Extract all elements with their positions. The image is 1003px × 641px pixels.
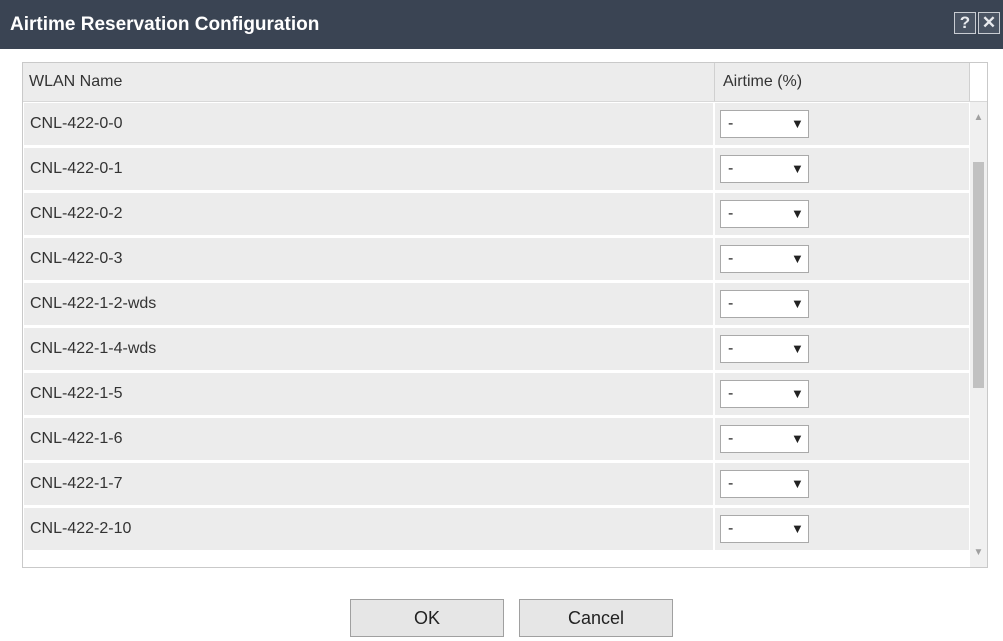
- airtime-select[interactable]: - ▼: [720, 200, 809, 228]
- airtime-select[interactable]: - ▼: [720, 380, 809, 408]
- dropdown-arrow-icon: ▼: [791, 296, 804, 311]
- dropdown-arrow-icon: ▼: [791, 116, 804, 131]
- wlan-name-cell: CNL-422-0-1: [24, 148, 713, 190]
- airtime-cell: - ▼: [715, 103, 969, 145]
- airtime-cell: - ▼: [715, 283, 969, 325]
- airtime-cell: - ▼: [715, 463, 969, 505]
- airtime-select[interactable]: - ▼: [720, 155, 809, 183]
- airtime-cell: - ▼: [715, 148, 969, 190]
- airtime-select-value: -: [728, 340, 734, 357]
- dropdown-arrow-icon: ▼: [791, 386, 804, 401]
- wlan-name-cell: CNL-422-2-10: [24, 508, 713, 550]
- table-row: CNL-422-1-2-wds - ▼: [23, 282, 969, 327]
- airtime-select-value: -: [728, 250, 734, 267]
- dropdown-arrow-icon: ▼: [791, 251, 804, 266]
- column-divider: [714, 63, 715, 101]
- table-row: CNL-422-0-2- ▼: [23, 192, 969, 237]
- airtime-select-value: -: [728, 430, 734, 447]
- table-row: CNL-422-0-0- ▼: [23, 102, 969, 147]
- table-row: CNL-422-1-7- ▼: [23, 462, 969, 507]
- airtime-select-value: -: [728, 115, 734, 132]
- airtime-cell: - ▼: [715, 508, 969, 550]
- airtime-select[interactable]: - ▼: [720, 470, 809, 498]
- column-header-airtime[interactable]: Airtime (%): [723, 63, 802, 101]
- dropdown-arrow-icon: ▼: [791, 521, 804, 536]
- airtime-select-value: -: [728, 205, 734, 222]
- wlan-airtime-table: WLAN Name Airtime (%) CNL-422-0-0- ▼ CNL-4…: [22, 62, 988, 568]
- airtime-cell: - ▼: [715, 418, 969, 460]
- cancel-button[interactable]: Cancel: [519, 599, 673, 637]
- airtime-select[interactable]: - ▼: [720, 425, 809, 453]
- table-body: CNL-422-0-0- ▼ CNL-422-0-1- ▼ CNL-422-0-2- ▼ C…: [23, 102, 969, 552]
- airtime-select[interactable]: - ▼: [720, 290, 809, 318]
- airtime-cell: - ▼: [715, 328, 969, 370]
- airtime-cell: - ▼: [715, 238, 969, 280]
- wlan-name-cell: CNL-422-1-4-wds: [24, 328, 713, 370]
- ok-button[interactable]: OK: [350, 599, 504, 637]
- wlan-name-cell: CNL-422-0-0: [24, 103, 713, 145]
- airtime-select[interactable]: - ▼: [720, 335, 809, 363]
- airtime-select[interactable]: - ▼: [720, 245, 809, 273]
- table-row: CNL-422-2-10- ▼: [23, 507, 969, 552]
- help-icon[interactable]: ?: [954, 12, 976, 34]
- airtime-select-value: -: [728, 295, 734, 312]
- dropdown-arrow-icon: ▼: [791, 161, 804, 176]
- wlan-name-cell: CNL-422-1-7: [24, 463, 713, 505]
- airtime-cell: - ▼: [715, 373, 969, 415]
- table-header: WLAN Name Airtime (%): [23, 63, 987, 102]
- dropdown-arrow-icon: ▼: [791, 341, 804, 356]
- wlan-name-cell: CNL-422-1-5: [24, 373, 713, 415]
- wlan-name-cell: CNL-422-0-2: [24, 193, 713, 235]
- table-row: CNL-422-1-5- ▼: [23, 372, 969, 417]
- dropdown-arrow-icon: ▼: [791, 206, 804, 221]
- wlan-name-cell: CNL-422-1-6: [24, 418, 713, 460]
- dropdown-arrow-icon: ▼: [791, 476, 804, 491]
- column-header-wlan-name[interactable]: WLAN Name: [29, 63, 719, 101]
- table-row: CNL-422-1-4-wds - ▼: [23, 327, 969, 372]
- table-row: CNL-422-0-1- ▼: [23, 147, 969, 192]
- scroll-down-icon[interactable]: ▼: [970, 544, 987, 561]
- airtime-select-value: -: [728, 385, 734, 402]
- airtime-select[interactable]: - ▼: [720, 515, 809, 543]
- airtime-select-value: -: [728, 475, 734, 492]
- header-corner: [970, 63, 987, 101]
- table-row: CNL-422-1-6- ▼: [23, 417, 969, 462]
- dialog-titlebar: Airtime Reservation Configuration ? ✕: [0, 0, 1003, 49]
- scrollbar-thumb[interactable]: [973, 162, 984, 388]
- airtime-select[interactable]: - ▼: [720, 110, 809, 138]
- airtime-select-value: -: [728, 520, 734, 537]
- scroll-up-icon[interactable]: ▲: [970, 109, 987, 126]
- dropdown-arrow-icon: ▼: [791, 431, 804, 446]
- wlan-name-cell: CNL-422-0-3: [24, 238, 713, 280]
- wlan-name-cell: CNL-422-1-2-wds: [24, 283, 713, 325]
- close-icon[interactable]: ✕: [978, 12, 1000, 34]
- table-row: CNL-422-0-3- ▼: [23, 237, 969, 282]
- vertical-scrollbar[interactable]: ▲ ▼: [970, 102, 987, 567]
- airtime-cell: - ▼: [715, 193, 969, 235]
- dialog-title: Airtime Reservation Configuration: [10, 14, 320, 35]
- airtime-select-value: -: [728, 160, 734, 177]
